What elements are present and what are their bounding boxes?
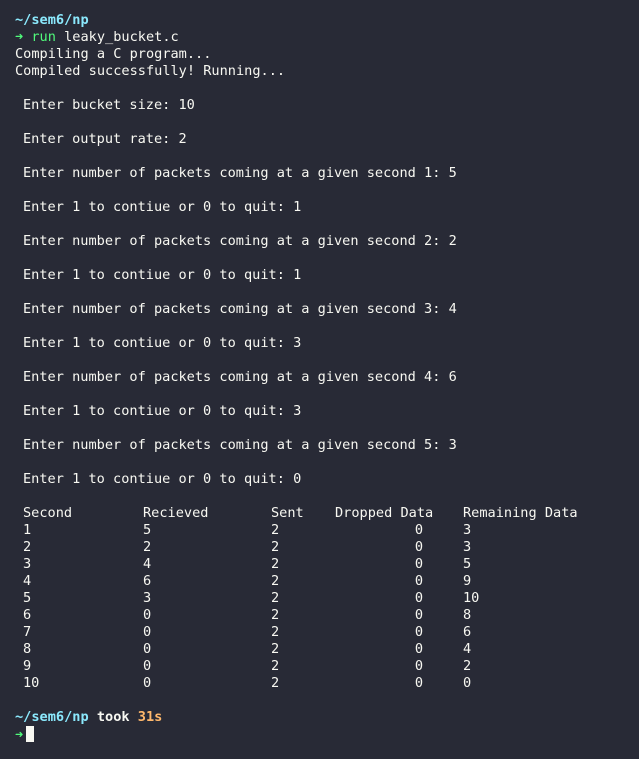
command-word: run (31, 29, 56, 45)
table-row: 8 0 2 0 4 (15, 641, 631, 658)
table-cell: 4 (463, 641, 472, 657)
table-row: 5 3 2 0 10 (15, 590, 631, 607)
session-line: Enter number of packets coming at a give… (23, 233, 457, 249)
table-cell: 6 (23, 607, 32, 623)
table-cell: 2 (271, 539, 280, 555)
session-line: Enter number of packets coming at a give… (23, 165, 457, 181)
table-cell: 2 (271, 522, 280, 538)
footer-prompt-arrow-icon: ➜ (15, 727, 24, 743)
table-cell: 2 (143, 539, 152, 555)
table-cell: 8 (463, 607, 472, 623)
table-cell: 2 (271, 641, 280, 657)
footer-prompt-line: ~/sem6/np took 31s (15, 709, 631, 726)
session-line: Enter 1 to contiue or 0 to quit: 1 (23, 199, 302, 215)
command-argument: leaky_bucket.c (64, 29, 179, 45)
footer-cwd-path: ~/sem6/np (15, 709, 89, 725)
table-cell: 10 (23, 675, 40, 691)
table-cell: 0 (414, 641, 423, 657)
session-line: Enter bucket size: 10 (23, 97, 195, 113)
table-cell: 3 (463, 539, 472, 555)
table-cell: 2 (271, 556, 280, 572)
table-cell: 2 (271, 607, 280, 623)
table-cell: 4 (143, 556, 152, 572)
table-cell: 0 (414, 658, 423, 674)
column-header: Dropped Data (335, 505, 434, 521)
session-line: Enter number of packets coming at a give… (23, 369, 457, 385)
session-line: Enter number of packets coming at a give… (23, 301, 457, 317)
table-row: 7 0 2 0 6 (15, 624, 631, 641)
table-cell: 0 (414, 573, 423, 589)
table-row: 10 0 2 0 0 (15, 675, 631, 692)
compiled-message: Compiled successfully! Running... (15, 63, 286, 79)
table-cell: 0 (414, 539, 423, 555)
table-row: 6 0 2 0 8 (15, 607, 631, 624)
column-header: Remaining Data (463, 505, 578, 521)
session-line: Enter number of packets coming at a give… (23, 437, 457, 453)
table-cell: 6 (143, 573, 152, 589)
table-cell: 2 (23, 539, 32, 555)
table-cell: 2 (271, 590, 280, 606)
session-line: Enter output rate: 2 (23, 131, 187, 147)
table-cell: 3 (23, 556, 32, 572)
table-row: 2 2 2 0 3 (15, 539, 631, 556)
table-cell: 10 (463, 590, 480, 606)
table-cell: 9 (23, 658, 32, 674)
input-prompt-line[interactable]: ➜ (15, 726, 631, 743)
column-header: Sent (271, 505, 304, 521)
table-cell: 2 (463, 658, 472, 674)
prompt-arrow-icon: ➜ (15, 29, 24, 45)
table-cell: 0 (414, 607, 423, 623)
table-header-row: Second Recieved Sent Dropped Data Remaining … (15, 505, 631, 522)
cwd-path: ~/sem6/np (15, 12, 89, 28)
table-cell: 0 (143, 624, 152, 640)
table-cell: 7 (23, 624, 32, 640)
table-cell: 2 (271, 624, 280, 640)
command-line: ➜ run leaky_bucket.c (15, 29, 631, 46)
table-row: 3 4 2 0 5 (15, 556, 631, 573)
table-cell: 5 (23, 590, 32, 606)
table-cell: 0 (143, 658, 152, 674)
table-row: 9 0 2 0 2 (15, 658, 631, 675)
terminal-window[interactable]: ~/sem6/np ➜ run leaky_bucket.c Compiling… (15, 12, 631, 743)
prompt-cwd-line: ~/sem6/np (15, 12, 631, 29)
took-label: took (96, 709, 130, 725)
table-cell: 2 (271, 675, 280, 691)
table-cell: 0 (143, 675, 152, 691)
session-line: Enter 1 to contiue or 0 to quit: 0 (23, 471, 302, 487)
table-cell: 9 (463, 573, 472, 589)
table-cell: 3 (463, 522, 472, 538)
column-header: Recieved (143, 505, 209, 521)
column-header: Second (23, 505, 73, 521)
program-session: Enter bucket size: 10 Enter output rate: … (15, 80, 631, 488)
session-line: Enter 1 to contiue or 0 to quit: 3 (23, 335, 302, 351)
table-cell: 8 (23, 641, 32, 657)
table-cell: 1 (23, 522, 32, 538)
table-row: 1 5 2 0 3 (15, 522, 631, 539)
table-cell: 5 (143, 522, 152, 538)
table-cell: 0 (414, 624, 423, 640)
table-row: 4 6 2 0 9 (15, 573, 631, 590)
table-cell: 3 (143, 590, 152, 606)
table-cell: 6 (463, 624, 472, 640)
session-line: Enter 1 to contiue or 0 to quit: 3 (23, 403, 302, 419)
table-cell: 4 (23, 573, 32, 589)
table-cell: 0 (414, 522, 423, 538)
table-cell: 0 (143, 607, 152, 623)
table-cell: 0 (414, 556, 423, 572)
duration-badge: 31s (137, 709, 163, 725)
session-line: Enter 1 to contiue or 0 to quit: 1 (23, 267, 302, 283)
table-cell: 2 (271, 573, 280, 589)
terminal-cursor[interactable] (26, 726, 35, 742)
table-cell: 5 (463, 556, 472, 572)
compiling-message: Compiling a C program... (15, 46, 212, 62)
results-table: Second Recieved Sent Dropped Data Remaining … (15, 505, 631, 692)
table-cell: 0 (143, 641, 152, 657)
table-cell: 0 (414, 590, 423, 606)
table-cell: 0 (414, 675, 423, 691)
table-cell: 0 (463, 675, 472, 691)
table-cell: 2 (271, 658, 280, 674)
